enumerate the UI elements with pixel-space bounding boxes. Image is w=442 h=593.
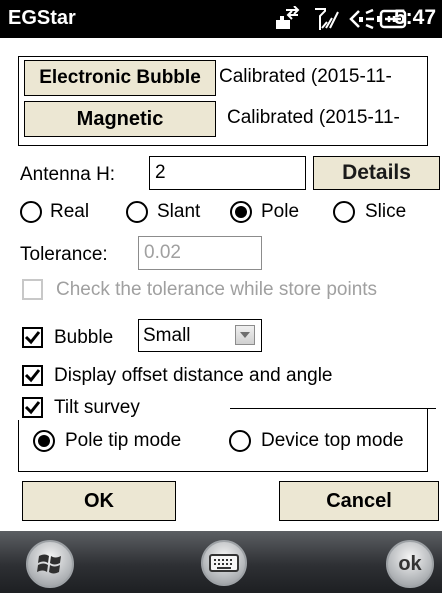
bubble-size-select[interactable]: Small bbox=[138, 319, 262, 352]
taskbar-ok-button[interactable]: ok bbox=[386, 540, 434, 588]
radio-pole-circle[interactable] bbox=[230, 201, 252, 223]
radio-slant-label: Slant bbox=[157, 201, 201, 222]
checkmark-icon bbox=[24, 331, 41, 345]
radio-real-label: Real bbox=[50, 201, 90, 222]
tilt-survey-label: Tilt survey bbox=[54, 397, 140, 418]
tolerance-check-checkbox[interactable] bbox=[22, 279, 43, 300]
start-button[interactable] bbox=[26, 540, 74, 588]
electronic-bubble-status: Calibrated (2015-11- bbox=[219, 66, 392, 87]
radio-pole-tip-circle[interactable] bbox=[33, 430, 55, 452]
chevron-down-icon bbox=[240, 332, 250, 338]
tolerance-label: Tolerance: bbox=[20, 244, 108, 265]
network-icon[interactable] bbox=[272, 6, 302, 32]
title-bar: EGStar 5:47 bbox=[0, 0, 442, 38]
bubble-checkbox[interactable] bbox=[22, 327, 43, 348]
checkmark-icon bbox=[24, 401, 41, 415]
cancel-button[interactable]: Cancel bbox=[279, 481, 439, 521]
bubble-size-value: Small bbox=[143, 324, 191, 346]
bubble-label: Bubble bbox=[54, 327, 114, 348]
magnetic-button[interactable]: Magnetic bbox=[24, 101, 216, 137]
details-button[interactable]: Details bbox=[313, 156, 440, 190]
signal-icon[interactable] bbox=[312, 6, 342, 32]
keyboard-button[interactable] bbox=[201, 540, 247, 586]
radio-slice-circle[interactable] bbox=[333, 201, 355, 223]
radio-device-top-label: Device top mode bbox=[261, 430, 404, 451]
radio-pole-label: Pole bbox=[261, 201, 300, 222]
antenna-height-input[interactable]: 2 bbox=[149, 156, 306, 190]
display-offset-label: Display offset distance and angle bbox=[54, 365, 333, 386]
ok-button[interactable]: OK bbox=[22, 481, 176, 521]
radio-real-circle[interactable] bbox=[20, 201, 42, 223]
tolerance-input[interactable]: 0.02 bbox=[138, 236, 262, 270]
taskbar: ok bbox=[0, 531, 442, 593]
tolerance-check-label: Check the tolerance while store points bbox=[56, 279, 378, 300]
keyboard-icon bbox=[209, 554, 239, 572]
display-offset-checkbox[interactable] bbox=[22, 365, 43, 386]
checkmark-icon bbox=[24, 369, 41, 383]
radio-slice-label: Slice bbox=[365, 201, 407, 222]
windows-start-icon bbox=[37, 554, 61, 574]
tilt-survey-divider bbox=[230, 408, 436, 409]
tilt-survey-checkbox[interactable] bbox=[22, 397, 43, 418]
app-title: EGStar bbox=[8, 7, 76, 29]
electronic-bubble-button[interactable]: Electronic Bubble bbox=[24, 60, 216, 96]
radio-device-top-circle[interactable] bbox=[229, 430, 251, 452]
radio-pole-tip-label: Pole tip mode bbox=[65, 430, 182, 451]
magnetic-status: Calibrated (2015-11- bbox=[227, 107, 400, 128]
clock: 5:47 bbox=[393, 6, 436, 29]
antenna-height-label: Antenna H: bbox=[20, 164, 116, 185]
speaker-icon[interactable] bbox=[348, 6, 376, 32]
dropdown-arrow-button[interactable] bbox=[235, 325, 255, 345]
radio-slant-circle[interactable] bbox=[126, 201, 148, 223]
